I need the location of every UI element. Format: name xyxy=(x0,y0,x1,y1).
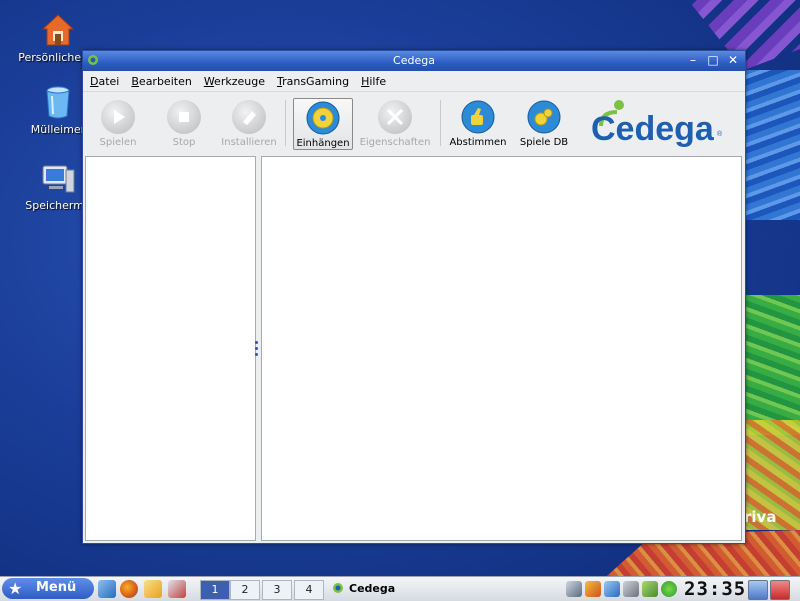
mount-disc-icon xyxy=(306,101,340,135)
volume-icon[interactable] xyxy=(566,581,582,597)
game-details-pane[interactable] xyxy=(261,156,742,541)
menu-bar: Datei Bearbeiten Werkzeuge TransGaming H… xyxy=(83,71,745,92)
install-icon xyxy=(232,100,266,134)
printer-icon[interactable] xyxy=(623,581,639,597)
star-icon: ★ xyxy=(8,579,23,598)
toolbar: Spielen Stop Installieren Einhängen Eige… xyxy=(83,92,745,154)
spiele-db-button[interactable]: Spiele DB xyxy=(515,98,573,148)
taskbar: ★ Menü 1 2 3 4 Cedega 23:35 xyxy=(0,576,800,601)
title-bar[interactable]: Cedega – □ ✕ xyxy=(83,51,745,71)
desktop-switch-4[interactable]: 4 xyxy=(294,580,324,600)
firefox-launcher-icon[interactable] xyxy=(120,580,138,598)
home-folder-icon xyxy=(40,12,76,48)
vote-icon xyxy=(461,100,495,134)
cedega-logo-image: Cedega ® xyxy=(591,100,723,148)
pane-splitter-handle[interactable] xyxy=(255,341,258,359)
spielen-button[interactable]: Spielen xyxy=(89,98,147,148)
menu-hilfe[interactable]: Hilfe xyxy=(360,75,387,88)
computer-icon xyxy=(40,160,76,196)
toolbar-separator xyxy=(285,100,286,146)
svg-text:Cedega: Cedega xyxy=(591,110,715,148)
wallpaper-brand-text: riva xyxy=(744,508,777,526)
eigenschaften-button[interactable]: Eigenschaften xyxy=(359,98,431,148)
menu-werkzeuge[interactable]: Werkzeuge xyxy=(203,75,266,88)
einhaengen-button[interactable]: Einhängen xyxy=(293,98,353,150)
svg-text:®: ® xyxy=(717,130,723,138)
installieren-button[interactable]: Installieren xyxy=(219,98,279,148)
minimize-button[interactable]: – xyxy=(685,53,701,68)
menu-datei[interactable]: Datei xyxy=(89,75,120,88)
tools-tray-icon[interactable] xyxy=(642,581,658,597)
menu-bearbeiten[interactable]: Bearbeiten xyxy=(130,75,192,88)
taskbar-task-cedega[interactable]: Cedega xyxy=(332,580,395,598)
stop-icon xyxy=(167,100,201,134)
abstimmen-button[interactable]: Abstimmen xyxy=(449,98,507,148)
network-icon[interactable] xyxy=(604,581,620,597)
clock: 23:35 xyxy=(684,578,747,600)
cedega-window: Cedega – □ ✕ Datei Bearbeiten Werkzeuge … xyxy=(82,50,746,544)
desktop-switch-2[interactable]: 2 xyxy=(230,580,260,600)
toolbar-separator xyxy=(440,100,441,146)
show-desktop-icon[interactable] xyxy=(748,580,768,600)
desktop-switch-1[interactable]: 1 xyxy=(200,580,230,600)
cedega-app-icon xyxy=(333,583,343,593)
wallpaper-decoration xyxy=(742,70,800,220)
check-icon[interactable] xyxy=(661,581,677,597)
wallpaper-decoration xyxy=(742,295,800,435)
update-icon[interactable] xyxy=(585,581,601,597)
menu-transgaming[interactable]: TransGaming xyxy=(276,75,350,88)
games-database-icon xyxy=(527,100,561,134)
configuration-launcher-icon[interactable] xyxy=(168,580,186,598)
start-menu-button[interactable]: ★ Menü xyxy=(2,578,94,599)
properties-tools-icon xyxy=(378,100,412,134)
file-manager-launcher-icon[interactable] xyxy=(98,580,116,598)
window-title: Cedega xyxy=(393,54,435,67)
cedega-logo: Cedega ® xyxy=(587,96,737,150)
games-list-pane[interactable] xyxy=(85,156,256,541)
power-icon[interactable] xyxy=(770,580,790,600)
maximize-button[interactable]: □ xyxy=(705,53,721,68)
close-button[interactable]: ✕ xyxy=(725,53,741,68)
desktop-switch-3[interactable]: 3 xyxy=(262,580,292,600)
mail-launcher-icon[interactable] xyxy=(144,580,162,598)
play-icon xyxy=(101,100,135,134)
trash-icon xyxy=(40,84,76,120)
stop-button[interactable]: Stop xyxy=(155,98,213,148)
